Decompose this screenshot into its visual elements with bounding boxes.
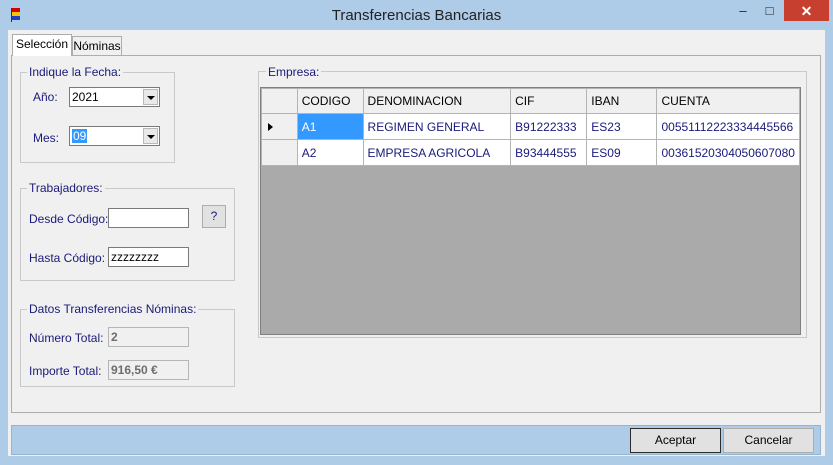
trabajadores-legend: Trabajadores:	[27, 181, 105, 195]
desde-codigo-input[interactable]	[108, 208, 189, 228]
cell-iban[interactable]: ES23	[586, 113, 658, 140]
anio-value: 2021	[72, 90, 99, 104]
cell-denominacion[interactable]: REGIMEN GENERAL	[362, 113, 512, 140]
row-selector[interactable]	[261, 139, 298, 166]
cell-cif[interactable]: B91222333	[510, 113, 588, 140]
mes-label: Mes:	[33, 131, 60, 145]
cell-iban[interactable]: ES09	[586, 139, 658, 166]
anio-label: Año:	[33, 90, 58, 104]
empresa-legend: Empresa:	[266, 65, 322, 79]
empresa-table: CODIGO DENOMINACION CIF IBAN CUENTA A1 R…	[261, 88, 800, 166]
mes-select[interactable]: 09	[69, 126, 160, 146]
column-header-cuenta[interactable]: CUENTA	[656, 88, 800, 114]
cell-codigo[interactable]: A2	[296, 139, 364, 166]
close-button[interactable]: ✕	[784, 0, 829, 21]
anio-select[interactable]: 2021	[69, 87, 160, 107]
column-header-iban[interactable]: IBAN	[586, 88, 658, 114]
current-row-arrow-icon	[268, 123, 273, 131]
fecha-legend: Indique la Fecha:	[27, 65, 124, 79]
empresa-grid[interactable]: CODIGO DENOMINACION CIF IBAN CUENTA A1 R…	[260, 87, 801, 335]
column-header-cif[interactable]: CIF	[510, 88, 588, 114]
cell-codigo[interactable]: A1	[296, 113, 364, 140]
hasta-codigo-label: Hasta Código:	[29, 251, 106, 265]
window-title: Transferencias Bancarias	[331, 7, 502, 24]
desde-codigo-label: Desde Código:	[29, 212, 109, 226]
aceptar-button[interactable]: Aceptar	[630, 428, 721, 453]
table-row[interactable]: A1 REGIMEN GENERAL B91222333 ES23 005511…	[261, 113, 800, 140]
mes-value: 09	[72, 129, 88, 143]
tab-seleccion[interactable]: Selección	[12, 34, 72, 56]
lookup-button[interactable]: ?	[202, 205, 226, 228]
importe-total-label: Importe Total:	[29, 364, 102, 378]
cell-cuenta[interactable]: 00361520304050607080	[656, 139, 800, 166]
datos-transferencias-legend: Datos Transferencias Nóminas:	[27, 302, 199, 316]
table-row[interactable]: A2 EMPRESA AGRICOLA B93444555 ES09 00361…	[261, 139, 800, 166]
table-header-row: CODIGO DENOMINACION CIF IBAN CUENTA	[261, 88, 800, 114]
tab-nominas[interactable]: Nóminas	[72, 36, 122, 56]
hasta-codigo-input[interactable]: zzzzzzzz	[108, 247, 189, 267]
cell-cuenta[interactable]: 00551112223334445566	[656, 113, 800, 140]
chevron-down-icon[interactable]	[143, 89, 158, 105]
cell-denominacion[interactable]: EMPRESA AGRICOLA	[362, 139, 512, 166]
minimize-button[interactable]: –	[730, 0, 756, 21]
cancelar-button[interactable]: Cancelar	[723, 428, 814, 453]
row-selector[interactable]	[261, 113, 298, 140]
fecha-group	[20, 72, 175, 163]
trabajadores-group	[20, 188, 235, 281]
numero-total-field: 2	[108, 327, 189, 347]
importe-total-field: 916,50 €	[108, 360, 189, 380]
maximize-button[interactable]: □	[756, 0, 783, 21]
column-header-codigo[interactable]: CODIGO	[296, 88, 364, 114]
title-bar[interactable]: Transferencias Bancarias – □ ✕	[0, 0, 833, 30]
cell-cif[interactable]: B93444555	[510, 139, 588, 166]
numero-total-label: Número Total:	[29, 331, 104, 345]
row-header-corner	[261, 88, 298, 114]
chevron-down-icon[interactable]	[143, 128, 158, 144]
column-header-denominacion[interactable]: DENOMINACION	[362, 88, 512, 114]
window-client: Selección Nóminas Indique la Fecha: Año:…	[8, 30, 825, 456]
